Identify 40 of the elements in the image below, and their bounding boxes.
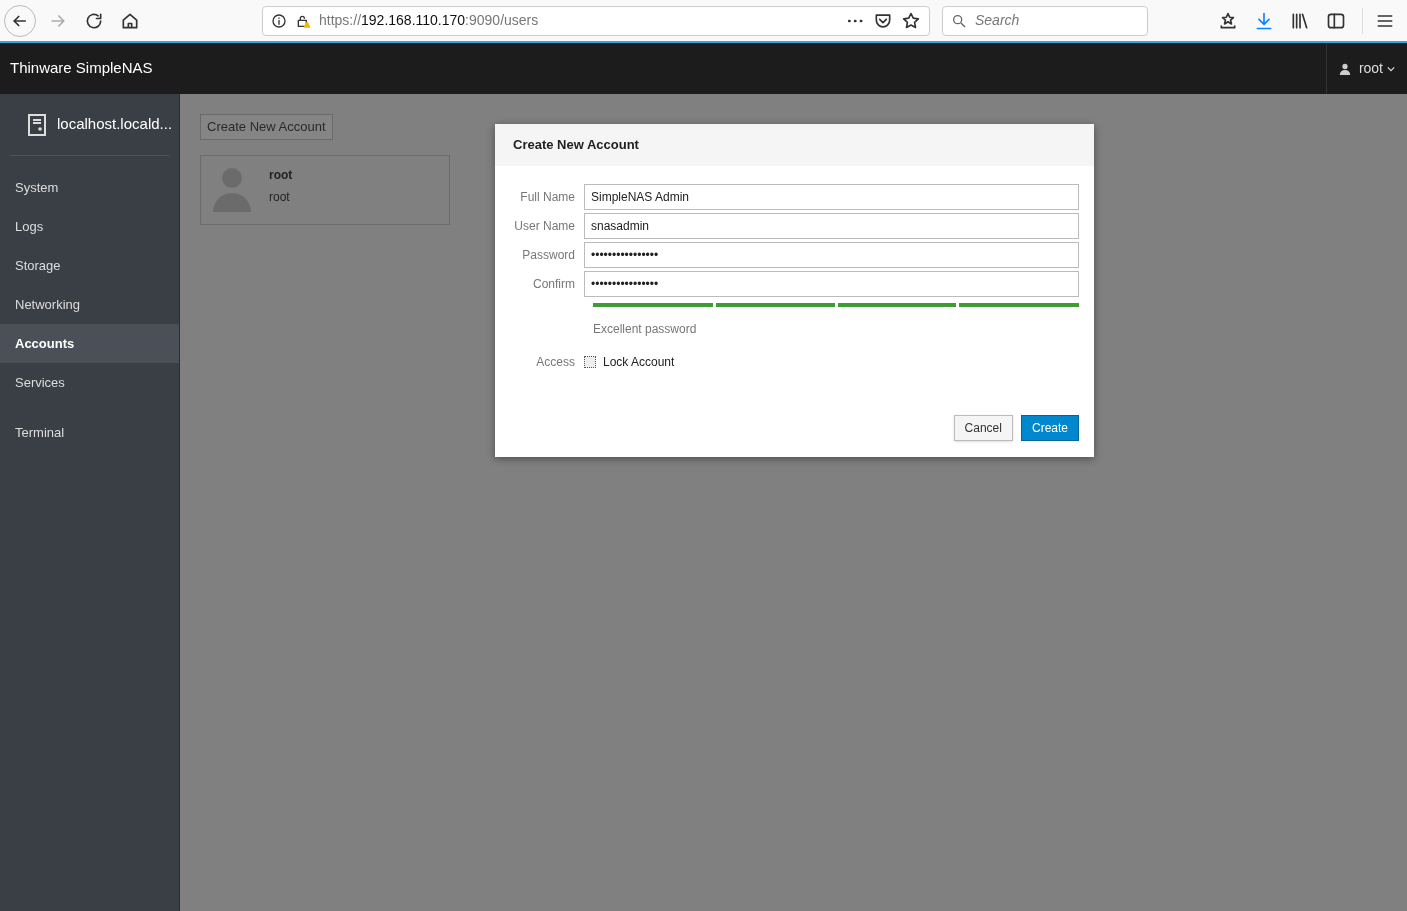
text-field[interactable]: snasadmin — [584, 213, 1079, 239]
dialog-title: Create New Account — [513, 136, 639, 155]
bookmark-star-icon[interactable] — [1218, 10, 1238, 31]
brand-title: Thinware SimpleNAS — [10, 58, 153, 79]
nav-item[interactable]: System — [0, 168, 179, 207]
search-field[interactable]: Search — [942, 5, 1148, 36]
field-label: Access — [535, 354, 576, 371]
account-login: root — [269, 189, 291, 206]
nav-item[interactable]: Accounts — [0, 324, 179, 363]
checkbox[interactable] — [584, 356, 596, 368]
text-field[interactable]: •••••••••••••••• — [584, 271, 1079, 297]
download-icon[interactable] — [1254, 10, 1274, 31]
host-name[interactable]: localhost.locald... — [57, 113, 173, 136]
nav-item[interactable]: Networking — [0, 285, 179, 324]
server-icon — [27, 112, 47, 137]
field-label: User Name — [513, 218, 576, 235]
account-card[interactable]: root root — [200, 155, 450, 225]
field-label: Full Name — [519, 189, 576, 206]
field-label: Password — [521, 247, 576, 264]
caret-icon — [1387, 64, 1395, 73]
search-icon — [951, 12, 967, 29]
nav-item[interactable]: Terminal — [0, 413, 179, 452]
text-field[interactable]: SimpleNAS Admin — [584, 184, 1079, 210]
account-name: root — [269, 167, 293, 184]
nav-item[interactable]: Storage — [0, 246, 179, 285]
nav-item[interactable]: Services — [0, 363, 179, 402]
search-input[interactable]: Search — [975, 10, 1125, 31]
star-icon[interactable] — [901, 10, 921, 31]
create-button[interactable]: Create — [1020, 415, 1079, 441]
text-field[interactable]: •••••••••••••••• — [584, 242, 1079, 268]
checkbox-label[interactable]: Lock Account — [603, 353, 675, 371]
user-menu-button[interactable]: root — [1338, 58, 1395, 79]
cancel-button[interactable]: Cancel — [953, 415, 1013, 441]
nav-item[interactable]: Logs — [0, 207, 179, 246]
field-label: Confirm — [532, 276, 576, 293]
user-icon — [1338, 62, 1351, 75]
strength-text: Excellent password — [593, 321, 698, 338]
create-account-button[interactable]: Create New Account — [200, 114, 333, 140]
info-icon[interactable] — [271, 12, 287, 29]
library-icon[interactable] — [1290, 10, 1310, 31]
